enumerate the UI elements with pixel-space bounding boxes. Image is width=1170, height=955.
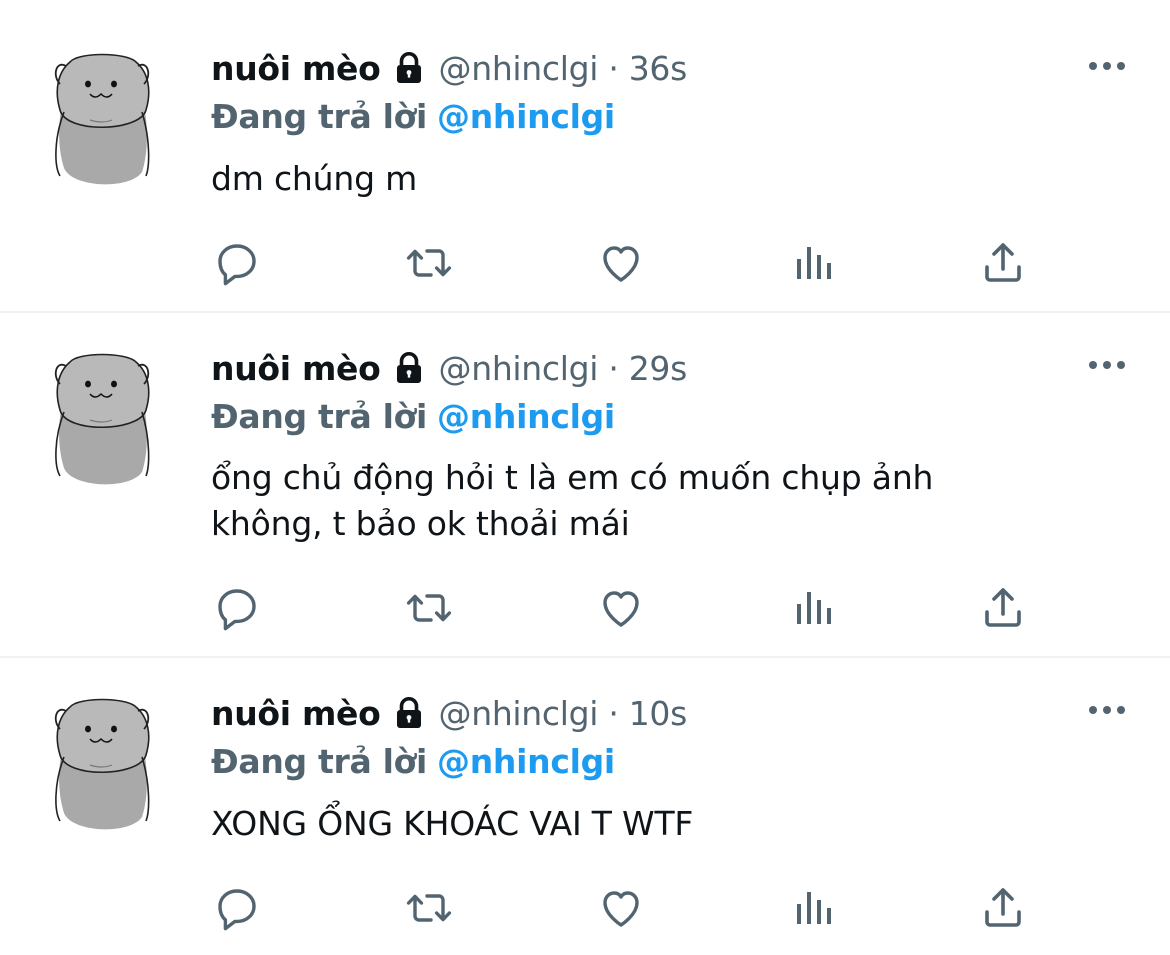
analytics-icon	[789, 884, 837, 932]
like-icon	[597, 884, 645, 932]
reply-button[interactable]	[212, 583, 262, 633]
like-icon	[597, 584, 645, 632]
lock-icon	[391, 695, 427, 731]
share-icon	[979, 584, 1027, 632]
tweet-text: dm chúng m	[211, 159, 418, 198]
tweet-text-line: ổng chủ động hỏi t là em có muốn chụp ản…	[211, 458, 934, 497]
retweet-icon	[405, 239, 453, 287]
reply-prefix: Đang trả lời	[211, 96, 428, 136]
share-button[interactable]	[978, 583, 1028, 633]
tweet[interactable]: nuôi mèo @nhinclgi · 29s Đang trả lời @n…	[0, 313, 1170, 655]
handle-and-time[interactable]: @nhinclgi · 29s	[439, 349, 688, 388]
share-button[interactable]	[978, 238, 1028, 288]
reply-to-link[interactable]: @nhinclgi	[437, 397, 615, 436]
handle-and-time[interactable]: @nhinclgi · 10s	[439, 694, 688, 733]
analytics-button[interactable]	[788, 883, 838, 933]
avatar[interactable]	[50, 48, 154, 192]
share-icon	[979, 239, 1027, 287]
retweet-icon	[405, 884, 453, 932]
more-icon[interactable]	[1086, 703, 1128, 717]
tweet[interactable]: nuôi mèo @nhinclgi · 10s Đang trả lời @n…	[0, 658, 1170, 955]
tweet-text: ổng chủ động hỏi t là em có muốn chụp ản…	[211, 455, 1111, 547]
action-bar	[0, 238, 1170, 288]
analytics-icon	[789, 584, 837, 632]
like-icon	[597, 239, 645, 287]
tweet-header: nuôi mèo @nhinclgi · 10s	[211, 690, 687, 736]
tweet-text: XONG ỔNG KHOÁC VAI T WTF	[211, 804, 694, 843]
reply-prefix: Đang trả lời	[211, 741, 428, 781]
reply-prefix: Đang trả lời	[211, 396, 428, 436]
action-bar	[0, 883, 1170, 933]
reply-icon	[213, 584, 261, 632]
replying-to: Đang trả lời @nhinclgi	[211, 93, 615, 139]
replying-to: Đang trả lời @nhinclgi	[211, 738, 615, 784]
share-icon	[979, 884, 1027, 932]
analytics-button[interactable]	[788, 238, 838, 288]
display-name[interactable]: nuôi mèo	[211, 49, 381, 88]
avatar[interactable]	[50, 693, 154, 837]
reply-to-link[interactable]: @nhinclgi	[437, 97, 615, 136]
tweet[interactable]: nuôi mèo @nhinclgi · 36s Đang trả lời @n…	[0, 0, 1170, 310]
share-button[interactable]	[978, 883, 1028, 933]
reply-button[interactable]	[212, 883, 262, 933]
tweet-header: nuôi mèo @nhinclgi · 36s	[211, 45, 687, 91]
tweet-text-line: không, t bảo ok thoải mái	[211, 504, 630, 543]
analytics-button[interactable]	[788, 583, 838, 633]
more-icon[interactable]	[1086, 59, 1128, 73]
handle-and-time[interactable]: @nhinclgi · 36s	[439, 49, 688, 88]
retweet-icon	[405, 584, 453, 632]
avatar[interactable]	[50, 348, 154, 492]
display-name[interactable]: nuôi mèo	[211, 349, 381, 388]
display-name[interactable]: nuôi mèo	[211, 694, 381, 733]
reply-to-link[interactable]: @nhinclgi	[437, 742, 615, 781]
more-icon[interactable]	[1086, 358, 1128, 372]
like-button[interactable]	[596, 238, 646, 288]
lock-icon	[391, 350, 427, 386]
lock-icon	[391, 50, 427, 86]
tweet-header: nuôi mèo @nhinclgi · 29s	[211, 345, 687, 391]
like-button[interactable]	[596, 583, 646, 633]
action-bar	[0, 583, 1170, 633]
like-button[interactable]	[596, 883, 646, 933]
analytics-icon	[789, 239, 837, 287]
replying-to: Đang trả lời @nhinclgi	[211, 393, 615, 439]
reply-icon	[213, 239, 261, 287]
reply-icon	[213, 884, 261, 932]
retweet-button[interactable]	[404, 583, 454, 633]
retweet-button[interactable]	[404, 238, 454, 288]
retweet-button[interactable]	[404, 883, 454, 933]
reply-button[interactable]	[212, 238, 262, 288]
